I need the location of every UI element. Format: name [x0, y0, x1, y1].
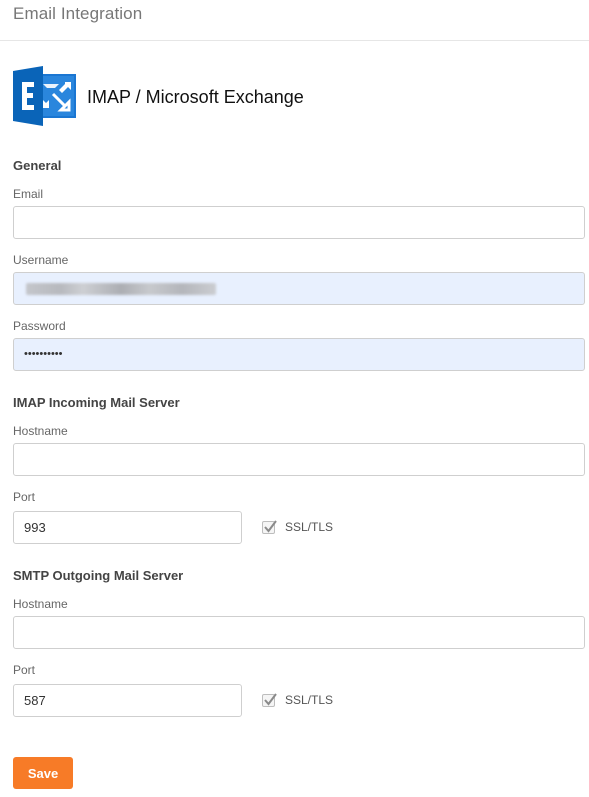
- provider-title: IMAP / Microsoft Exchange: [87, 87, 304, 107]
- save-button[interactable]: Save: [13, 757, 73, 789]
- email-field[interactable]: [13, 206, 585, 239]
- smtp-hostname-field[interactable]: [13, 616, 585, 649]
- imap-hostname-field[interactable]: [13, 443, 585, 476]
- imap-ssl-label: SSL/TLS: [285, 520, 334, 534]
- imap-port-field[interactable]: 993: [13, 511, 242, 544]
- smtp-ssl-toggle[interactable]: SSL/TLS: [262, 692, 334, 707]
- smtp-hostname-label: Hostname: [13, 597, 68, 611]
- page-title: Email Integration: [13, 4, 143, 23]
- imap-port-label: Port: [13, 490, 36, 504]
- exchange-logo-icon: [13, 66, 76, 126]
- header-divider: [0, 40, 589, 41]
- smtp-port-field[interactable]: 587: [13, 684, 242, 717]
- smtp-ssl-label: SSL/TLS: [285, 693, 334, 707]
- password-field[interactable]: ••••••••••: [13, 338, 585, 371]
- section-imap-title: IMAP Incoming Mail Server: [13, 395, 180, 410]
- imap-ssl-checkbox[interactable]: [262, 519, 277, 534]
- smtp-port-label: Port: [13, 663, 36, 677]
- password-label: Password: [13, 319, 66, 333]
- checkmark-icon: [264, 519, 277, 533]
- username-field[interactable]: [13, 272, 585, 305]
- checkmark-icon: [264, 692, 277, 706]
- imap-hostname-label: Hostname: [13, 424, 68, 438]
- redacted-username: [26, 283, 216, 295]
- section-general-title: General: [13, 158, 62, 173]
- smtp-ssl-checkbox[interactable]: [262, 692, 277, 707]
- email-label: Email: [13, 187, 44, 201]
- username-label: Username: [13, 253, 69, 267]
- section-smtp-title: SMTP Outgoing Mail Server: [13, 568, 184, 583]
- imap-ssl-toggle[interactable]: SSL/TLS: [262, 519, 334, 534]
